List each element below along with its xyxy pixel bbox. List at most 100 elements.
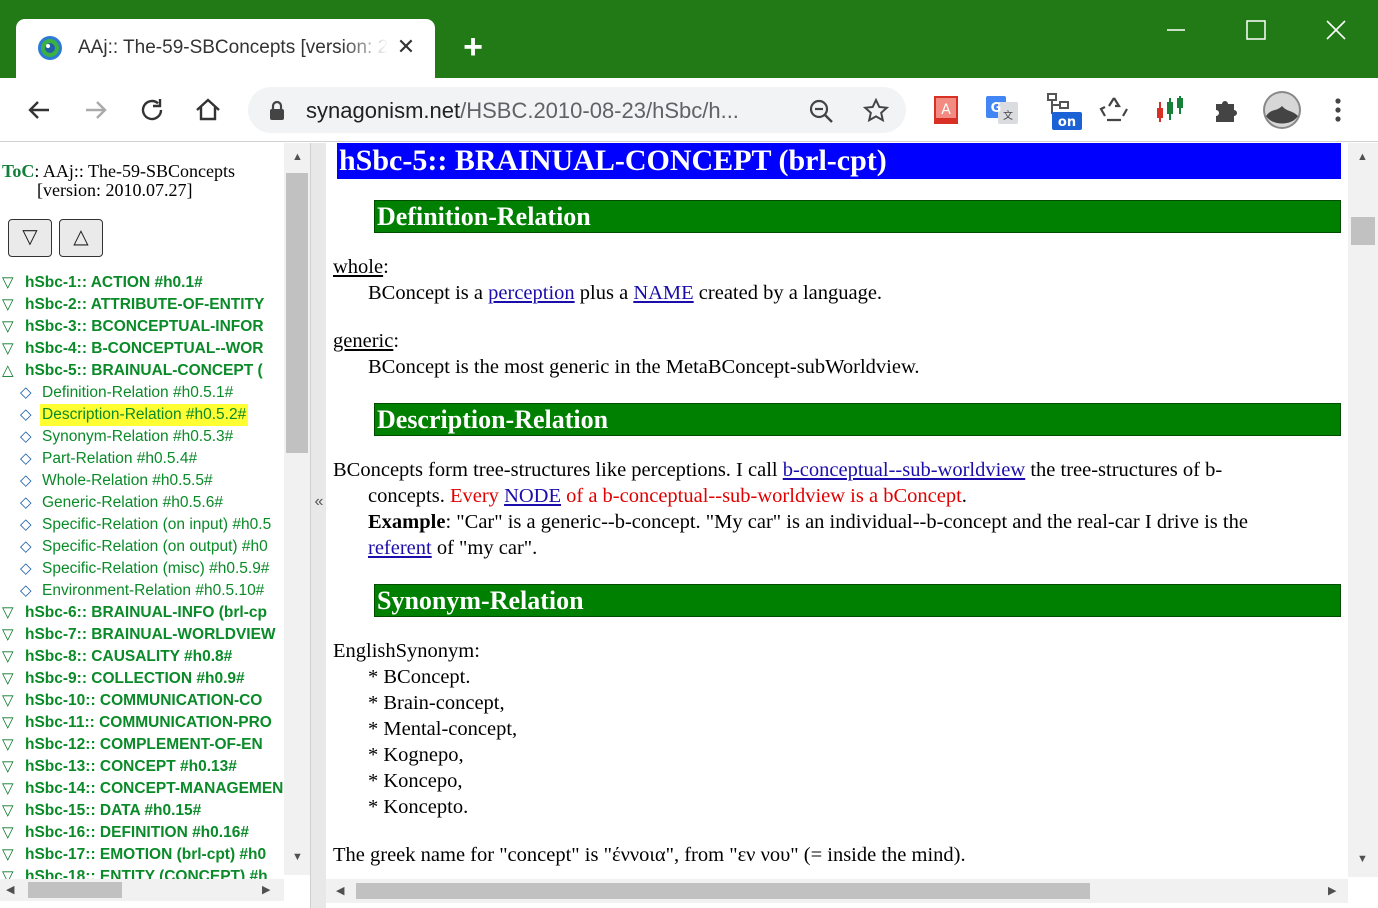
collapse-all-button[interactable]: △ [59,219,103,257]
close-window-button[interactable] [1316,14,1356,46]
pdf-reader-extension-icon[interactable]: A [928,92,964,128]
toc-item-link[interactable]: hSbc-15:: DATA #h0.15# [25,800,201,822]
b-conceptual-sub-worldview-link[interactable]: b-conceptual--sub-worldview [783,459,1026,481]
toc-subsection-item[interactable]: ◇ Definition-Relation #h0.5.1# [0,382,283,404]
new-tab-button[interactable]: + [456,30,490,64]
toc-item-link[interactable]: hSbc-17:: EMOTION (brl-cpt) #h0 [25,844,266,866]
forward-button[interactable] [80,94,112,126]
toc-subsection-item[interactable]: ◇ Specific-Relation (misc) #h0.5.9# [0,558,283,580]
extensions-puzzle-icon[interactable] [1208,92,1244,128]
scroll-right-arrow-icon[interactable]: ▶ [1328,884,1336,897]
expand-triangle-icon[interactable]: ▽ [2,316,14,338]
expand-all-button[interactable]: ▽ [8,219,52,257]
toc-item-link[interactable]: hSbc-2:: ATTRIBUTE-OF-ENTITY [25,294,264,316]
expand-triangle-icon[interactable]: ▽ [2,338,14,360]
toc-item-link[interactable]: Part-Relation #h0.5.4# [42,448,197,470]
toc-item-link[interactable]: Definition-Relation #h0.5.1# [42,382,233,404]
frame-splitter[interactable]: « [310,143,326,908]
expand-triangle-icon[interactable]: ▽ [2,712,14,734]
address-bar[interactable]: synagonism.net/HSBC.2010-08-23/hSbc/h... [248,87,906,133]
toc-item-link[interactable]: hSbc-8:: CAUSALITY #h0.8# [25,646,232,668]
scroll-left-arrow-icon[interactable]: ◀ [6,883,14,896]
reload-button[interactable] [136,94,168,126]
toc-section-item[interactable]: ▽ hSbc-2:: ATTRIBUTE-OF-ENTITY [0,294,283,316]
expand-triangle-icon[interactable]: ▽ [2,822,14,844]
expand-triangle-icon[interactable]: ▽ [2,734,14,756]
expand-triangle-icon[interactable]: ▽ [2,756,14,778]
tree-extension-icon[interactable]: on [1044,92,1084,132]
toc-item-link[interactable]: Specific-Relation (on output) #h0 [42,536,268,558]
scroll-right-arrow-icon[interactable]: ▶ [262,883,270,896]
scroll-left-arrow-icon[interactable]: ◀ [336,884,344,897]
more-menu-icon[interactable] [1326,92,1350,128]
toc-item-link[interactable]: hSbc-4:: B-CONCEPTUAL--WOR [25,338,264,360]
expand-triangle-icon[interactable]: ▽ [2,294,14,316]
toc-subsection-item[interactable]: ◇ Description-Relation #h0.5.2# [0,404,283,426]
expand-triangle-icon[interactable]: ▽ [2,690,14,712]
perception-link[interactable]: perception [488,282,575,304]
toc-item-link[interactable]: hSbc-12:: COMPLEMENT-OF-EN [25,734,263,756]
collapse-triangle-icon[interactable]: △ [2,360,14,382]
name-link[interactable]: NAME [633,282,693,304]
expand-triangle-icon[interactable]: ▽ [2,668,14,690]
expand-triangle-icon[interactable]: ▽ [2,272,14,294]
expand-triangle-icon[interactable]: ▽ [2,602,14,624]
toc-subsection-item[interactable]: ◇ Generic-Relation #h0.5.6# [0,492,283,514]
toc-subsection-item[interactable]: ◇ Specific-Relation (on input) #h0.5 [0,514,283,536]
tab-close-icon[interactable]: ✕ [394,35,418,59]
toc-item-link[interactable]: hSbc-13:: CONCEPT #h0.13# [25,756,237,778]
toc-subsection-item[interactable]: ◇ Whole-Relation #h0.5.5# [0,470,283,492]
expand-triangle-icon[interactable]: ▽ [2,800,14,822]
google-translate-icon[interactable]: G文 [984,92,1020,128]
back-button[interactable] [23,94,55,126]
toc-section-item[interactable]: △ hSbc-5:: BRAINUAL-CONCEPT ( [0,360,283,382]
toc-item-link[interactable]: hSbc-9:: COLLECTION #h0.9# [25,668,245,690]
toc-section-item[interactable]: ▽ hSbc-10:: COMMUNICATION-CO [0,690,283,712]
toc-hscroll-thumb[interactable] [28,882,122,898]
toc-item-link[interactable]: Synonym-Relation #h0.5.3# [42,426,233,448]
toc-section-item[interactable]: ▽ hSbc-7:: BRAINUAL-WORLDVIEW [0,624,283,646]
toc-item-link[interactable]: Environment-Relation #h0.5.10# [42,580,264,602]
toc-section-item[interactable]: ▽ hSbc-11:: COMMUNICATION-PRO [0,712,283,734]
toc-item-link[interactable]: hSbc-11:: COMMUNICATION-PRO [25,712,272,734]
toc-subsection-item[interactable]: ◇ Part-Relation #h0.5.4# [0,448,283,470]
toc-section-item[interactable]: ▽ hSbc-16:: DEFINITION #h0.16# [0,822,283,844]
expand-triangle-icon[interactable]: ▽ [2,624,14,646]
toc-item-link[interactable]: hSbc-10:: COMMUNICATION-CO [25,690,262,712]
minimize-button[interactable] [1156,14,1196,46]
scroll-up-arrow-icon[interactable]: ▲ [292,151,303,163]
toc-section-item[interactable]: ▽ hSbc-1:: ACTION #h0.1# [0,272,283,294]
toc-item-link[interactable]: Description-Relation #h0.5.2# [40,404,249,426]
toc-section-item[interactable]: ▽ hSbc-17:: EMOTION (brl-cpt) #h0 [0,844,283,866]
bookmark-star-icon[interactable] [863,98,889,124]
toc-subsection-item[interactable]: ◇ Synonym-Relation #h0.5.3# [0,426,283,448]
toc-section-item[interactable]: ▽ hSbc-3:: BCONCEPTUAL-INFOR [0,316,283,338]
toc-section-item[interactable]: ▽ hSbc-14:: CONCEPT-MANAGEMENT [0,778,283,800]
maximize-button[interactable] [1236,14,1276,46]
toc-item-link[interactable]: hSbc-16:: DEFINITION #h0.16# [25,822,249,844]
toc-item-link[interactable]: hSbc-3:: BCONCEPTUAL-INFOR [25,316,264,338]
toc-section-item[interactable]: ▽ hSbc-6:: BRAINUAL-INFO (brl-cp [0,602,283,624]
recycle-icon[interactable] [1096,92,1132,128]
toc-item-link[interactable]: Specific-Relation (misc) #h0.5.9# [42,558,269,580]
expand-triangle-icon[interactable]: ▽ [2,778,14,800]
toc-section-item[interactable]: ▽ hSbc-9:: COLLECTION #h0.9# [0,668,283,690]
home-button[interactable] [192,94,224,126]
stock-chart-icon[interactable] [1152,92,1188,128]
scroll-up-arrow-icon[interactable]: ▲ [1357,151,1368,163]
url-text[interactable]: synagonism.net/HSBC.2010-08-23/hSbc/h... [306,98,786,124]
splitter-collapse-icon[interactable]: « [311,493,327,511]
toc-section-item[interactable]: ▽ hSbc-15:: DATA #h0.15# [0,800,283,822]
expand-triangle-icon[interactable]: ▽ [2,646,14,668]
content-vertical-scrollbar[interactable]: ▲ ▼ [1348,143,1378,877]
toc-section-item[interactable]: ▽ hSbc-13:: CONCEPT #h0.13# [0,756,283,778]
toc-scroll-thumb[interactable] [286,173,308,453]
content-hscroll-thumb[interactable] [356,883,1090,899]
expand-triangle-icon[interactable]: ▽ [2,844,14,866]
toc-item-link[interactable]: Generic-Relation #h0.5.6# [42,492,223,514]
scroll-down-arrow-icon[interactable]: ▼ [292,851,303,863]
referent-link[interactable]: referent [368,537,432,559]
toc-subsection-item[interactable]: ◇ Environment-Relation #h0.5.10# [0,580,283,602]
toc-section-item[interactable]: ▽ hSbc-4:: B-CONCEPTUAL--WOR [0,338,283,360]
content-horizontal-scrollbar[interactable]: ◀ ▶ [326,879,1348,903]
